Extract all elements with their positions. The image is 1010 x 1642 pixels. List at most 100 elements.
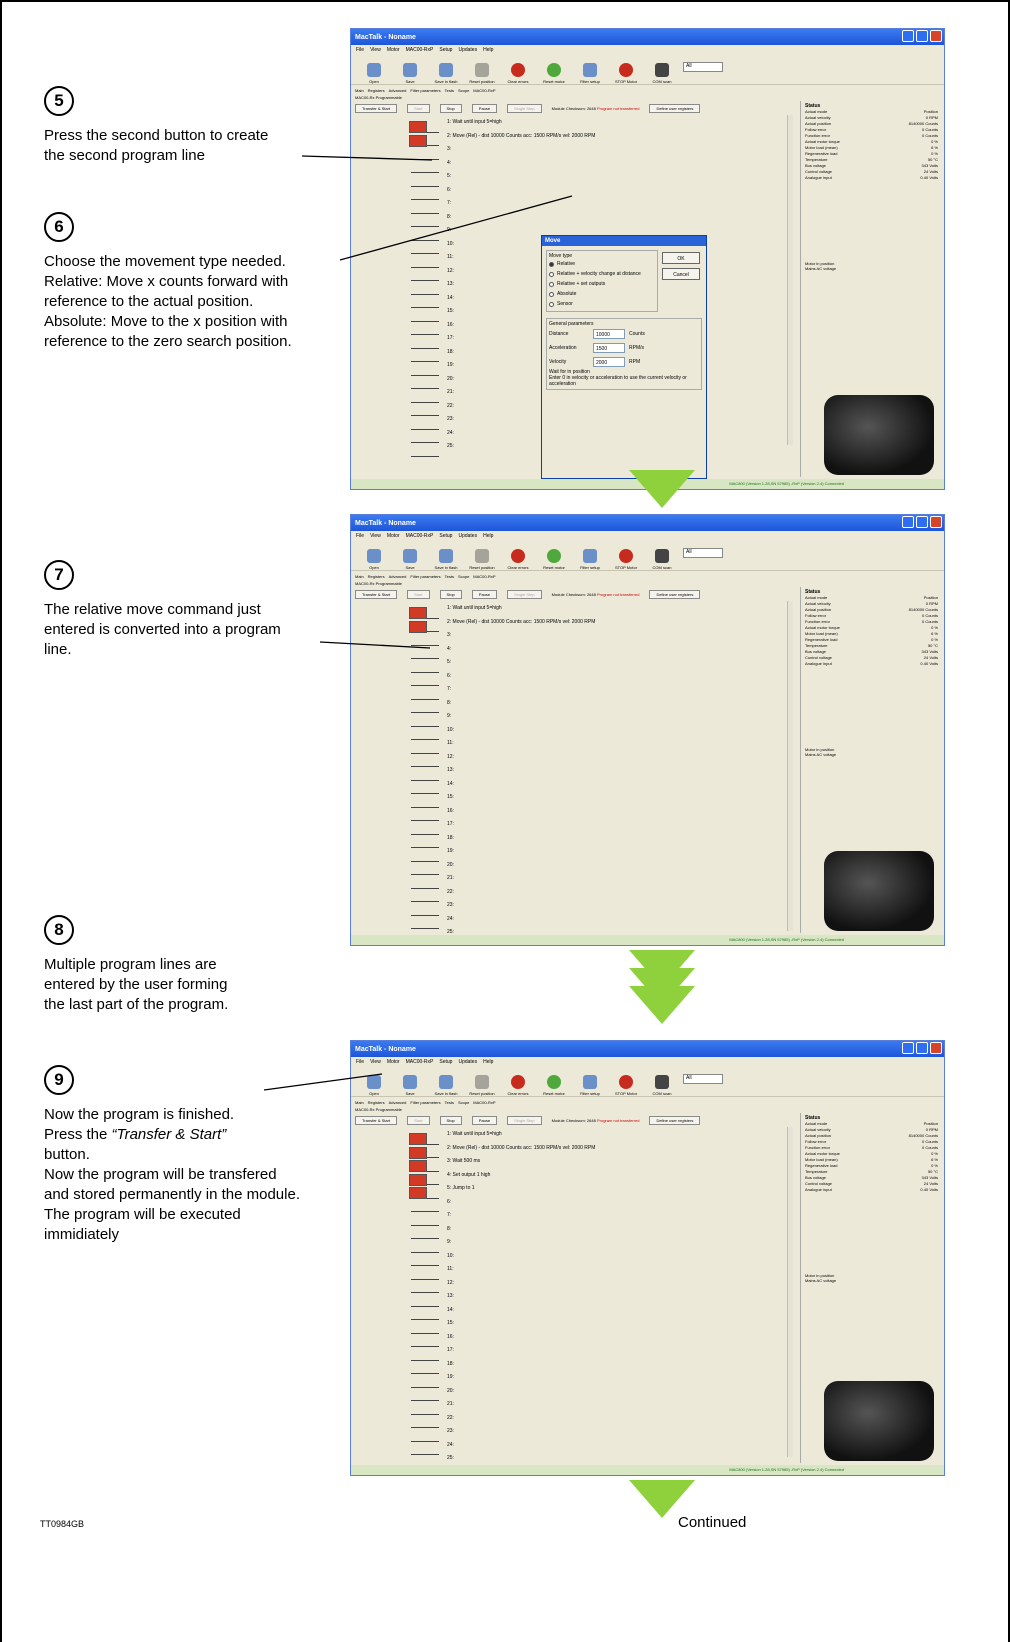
program-line[interactable]: 4:: [447, 646, 595, 660]
program-slot[interactable]: [411, 146, 439, 160]
minimize-icon[interactable]: [902, 516, 914, 528]
stop-button[interactable]: Stop: [439, 103, 462, 113]
program-slot[interactable]: [411, 268, 439, 281]
command-icon[interactable]: [409, 134, 427, 147]
single-step-button[interactable]: Single Step: [507, 103, 542, 113]
toolbar-button-4[interactable]: Clear errors: [503, 63, 533, 84]
program-slot[interactable]: [411, 376, 439, 389]
program-line[interactable]: 6:: [447, 673, 595, 687]
program-line[interactable]: 17:: [447, 821, 595, 835]
tab-6[interactable]: MAC00-RxP: [473, 1100, 495, 1105]
toolbar-button-7[interactable]: STOP Motor: [611, 63, 641, 84]
program-line[interactable]: 21:: [447, 1401, 595, 1415]
program-slot[interactable]: [411, 1401, 439, 1415]
program-slot[interactable]: [411, 1307, 439, 1320]
program-slot[interactable]: [411, 1374, 439, 1388]
start-button[interactable]: Start: [407, 1115, 430, 1125]
tab-0[interactable]: Main: [355, 574, 364, 579]
tab-3[interactable]: Filter parameters: [410, 1100, 440, 1105]
menu-item-mac00-rxp[interactable]: MAC00-RxP: [406, 1059, 434, 1065]
menu-item-updates[interactable]: Updates: [458, 533, 477, 539]
tab-5[interactable]: Scope: [458, 574, 469, 579]
program-scrollbar[interactable]: [787, 601, 793, 931]
toolbar-button-7[interactable]: STOP Motor: [611, 549, 641, 570]
toolbar-button-2[interactable]: Save in flash: [431, 549, 461, 570]
maximize-icon[interactable]: [916, 1042, 928, 1054]
program-slot[interactable]: [411, 1361, 439, 1374]
program-line[interactable]: 1: Wait until input 5=high: [447, 605, 595, 619]
program-line[interactable]: 7:: [447, 200, 595, 214]
command-icon[interactable]: [409, 121, 427, 133]
tab-6[interactable]: MAC00-RxP: [473, 88, 495, 93]
program-line[interactable]: 11:: [447, 1266, 595, 1280]
program-slot[interactable]: [411, 835, 439, 848]
program-line[interactable]: 6:: [447, 187, 595, 201]
program-slot[interactable]: [411, 1293, 439, 1307]
toolbar-button-6[interactable]: Filter setup: [575, 63, 605, 84]
program-line[interactable]: 22:: [447, 1415, 595, 1429]
program-slot[interactable]: [411, 767, 439, 781]
tab-4[interactable]: Tests: [445, 88, 454, 93]
single-step-button[interactable]: Single Step: [507, 589, 542, 599]
command-icon[interactable]: [409, 1133, 427, 1145]
radio-icon[interactable]: [549, 261, 554, 267]
toolbar-button-4[interactable]: Clear errors: [503, 549, 533, 570]
program-slot[interactable]: [411, 389, 439, 403]
program-slot[interactable]: [411, 1280, 439, 1293]
program-line[interactable]: 22:: [447, 889, 595, 903]
tab-5[interactable]: Scope: [458, 88, 469, 93]
program-line[interactable]: 13:: [447, 767, 595, 781]
program-slot[interactable]: [411, 1212, 439, 1226]
transfer-start-button[interactable]: Transfer & Start: [355, 589, 398, 599]
program-line[interactable]: 20:: [447, 1388, 595, 1402]
program-line[interactable]: 5:: [447, 659, 595, 673]
menu-item-file[interactable]: File: [356, 533, 364, 539]
toolbar-button-8[interactable]: COM scan: [647, 549, 677, 570]
menu-item-updates[interactable]: Updates: [458, 47, 477, 53]
toolbar-button-7[interactable]: STOP Motor: [611, 1075, 641, 1096]
command-icon[interactable]: [409, 1173, 427, 1186]
cancel-button[interactable]: Cancel: [662, 268, 700, 280]
program-slot[interactable]: [411, 416, 439, 430]
move-type-option[interactable]: Sensor: [549, 299, 655, 309]
program-slot[interactable]: [411, 754, 439, 767]
program-slot[interactable]: [411, 740, 439, 754]
program-slot[interactable]: [411, 659, 439, 673]
program-line[interactable]: 6:: [447, 1199, 595, 1213]
tab-0[interactable]: Main: [355, 88, 364, 93]
stop-button[interactable]: Stop: [439, 1115, 462, 1125]
program-line[interactable]: 18:: [447, 1361, 595, 1375]
program-slot[interactable]: [411, 1388, 439, 1401]
transfer-start-button[interactable]: Transfer & Start: [355, 1115, 398, 1125]
program-slot[interactable]: [411, 443, 439, 457]
program-slot[interactable]: [411, 808, 439, 821]
move-type-option[interactable]: Relative + set outputs: [549, 279, 655, 289]
program-slot[interactable]: [411, 1442, 439, 1455]
program-slot[interactable]: [411, 686, 439, 700]
toolbar-button-3[interactable]: Reset position: [467, 549, 497, 570]
start-button[interactable]: Start: [407, 589, 430, 599]
radio-icon[interactable]: [549, 281, 554, 287]
menu-item-updates[interactable]: Updates: [458, 1059, 477, 1065]
program-slot[interactable]: [411, 254, 439, 268]
program-line[interactable]: 18:: [447, 835, 595, 849]
program-slot[interactable]: [411, 173, 439, 187]
program-slot[interactable]: [411, 295, 439, 308]
toolbar-button-6[interactable]: Filter setup: [575, 1075, 605, 1096]
program-slot[interactable]: [411, 1266, 439, 1280]
program-line[interactable]: 19:: [447, 848, 595, 862]
toolbar-button-3[interactable]: Reset position: [467, 63, 497, 84]
program-slot[interactable]: [411, 160, 439, 173]
program-line[interactable]: 2: Move (Rel) - dist 10000 Counts acc: 1…: [447, 619, 595, 633]
program-line[interactable]: 3:: [447, 632, 595, 646]
program-slot[interactable]: [411, 200, 439, 214]
menu-item-mac00-rxp[interactable]: MAC00-RxP: [406, 533, 434, 539]
program-line[interactable]: 15:: [447, 1320, 595, 1334]
program-line[interactable]: 8:: [447, 1226, 595, 1240]
tab-6[interactable]: MAC00-RxP: [473, 574, 495, 579]
program-slot[interactable]: [411, 1253, 439, 1266]
program-line[interactable]: 4:: [447, 160, 595, 174]
program-slot[interactable]: [411, 632, 439, 646]
toolbar-button-2[interactable]: Save in flash: [431, 1075, 461, 1096]
program-line[interactable]: 19:: [447, 1374, 595, 1388]
